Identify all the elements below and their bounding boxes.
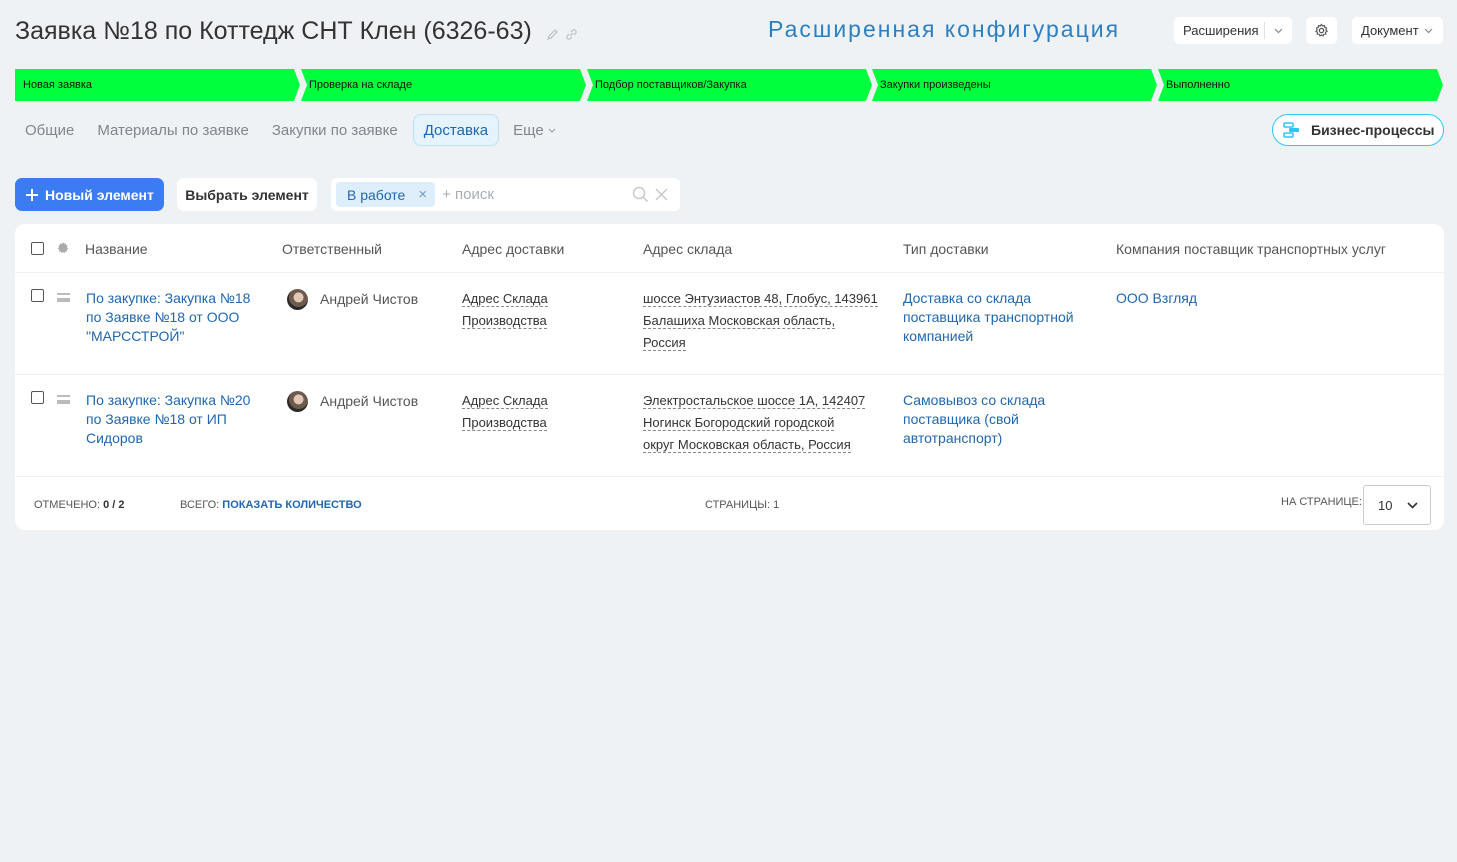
stage-purchases-done[interactable]: Закупки произведены [872,69,1157,101]
avatar [287,391,308,412]
business-processes-button[interactable]: Бизнес-процессы [1272,114,1444,146]
tab-delivery[interactable]: Доставка [412,114,500,146]
filter-chip-label: В работе [347,186,406,203]
column-header-transport-company[interactable]: Компания поставщик транспортных услуг [1116,241,1386,257]
edit-icon[interactable] [546,28,559,41]
responsible-user[interactable]: Андрей Чистов [287,289,418,310]
gear-icon[interactable] [56,241,70,255]
drag-handle-icon[interactable] [57,395,70,404]
settings-button[interactable] [1306,17,1337,44]
business-process-icon [1283,122,1299,138]
table-row[interactable]: По закупке: Закупка №20 по Заявке №18 от… [15,375,1444,477]
select-element-button[interactable]: Выбрать элемент [177,178,317,211]
warehouse-address[interactable]: Электростальское шоссе 1А, 142407 Ногинс… [643,390,866,456]
column-header-name[interactable]: Название [85,241,148,257]
new-element-button[interactable]: Новый элемент [15,178,164,211]
total-count: Всего: Показать количество [180,499,362,511]
stage-warehouse-check[interactable]: Проверка на складе [301,69,586,101]
plus-icon [26,188,38,201]
table-row[interactable]: По закупке: Закупка №18 по Заявке №18 от… [15,273,1444,375]
document-button[interactable]: Документ [1352,17,1443,44]
pages-indicator: Страницы: 1 [705,499,780,511]
grid-footer: Отмечено: 0 / 2 Всего: Показать количест… [15,485,1444,525]
tab-more[interactable]: Еще [503,114,566,146]
gear-icon [1315,23,1328,37]
delivery-address[interactable]: Адрес Склада Производства [462,390,548,434]
tab-more-label: Еще [513,121,544,139]
filter-search-bar[interactable]: В работе × + поиск [331,178,680,211]
delivery-type-link[interactable]: Самовывоз со склада поставщика (свой авт… [903,391,1045,448]
chevron-down-icon [1424,28,1433,33]
per-page-label: На странице: [1281,496,1362,508]
chevron-down-icon [548,128,556,133]
warehouse-address[interactable]: шоссе Энтузиастов 48, Глобус, 143961 Бал… [643,288,878,354]
extensions-button[interactable]: Расширения [1174,17,1292,44]
column-header-delivery-type[interactable]: Тип доставки [903,241,989,257]
select-all-checkbox[interactable] [31,242,44,255]
per-page-select[interactable]: 10 [1363,485,1431,525]
tab-purchases[interactable]: Закупки по заявке [262,114,408,146]
document-label: Документ [1361,23,1419,38]
row-name-link[interactable]: По закупке: Закупка №18 по Заявке №18 от… [86,289,250,346]
search-input[interactable]: + поиск [442,186,632,203]
transport-company-link[interactable]: ООО Взгляд [1116,289,1197,308]
tab-materials[interactable]: Материалы по заявке [87,114,259,146]
remove-filter-icon[interactable]: × [418,186,427,203]
row-checkbox[interactable] [31,391,44,404]
chevron-down-icon [1407,501,1418,509]
clear-icon[interactable] [655,188,668,201]
extensions-label: Расширения [1183,23,1259,38]
stage-new[interactable]: Новая заявка [15,69,300,101]
page-title: Заявка №18 по Коттедж СНТ Клен (6326-63) [15,17,532,45]
link-icon[interactable] [565,28,578,41]
new-element-label: Новый элемент [45,186,154,203]
stage-progress-bar: Новая заявка Проверка на складе Подбор п… [15,69,1443,101]
delivery-type-link[interactable]: Доставка со склада поставщика транспортн… [903,289,1074,346]
row-checkbox[interactable] [31,289,44,302]
show-count-link[interactable]: Показать количество [222,499,361,511]
row-name-link[interactable]: По закупке: Закупка №20 по Заявке №18 от… [86,391,250,448]
title-actions [546,28,578,41]
column-header-responsible[interactable]: Ответственный [282,241,382,257]
column-header-warehouse-address[interactable]: Адрес склада [643,241,732,257]
search-icon[interactable] [632,186,649,203]
delivery-address[interactable]: Адрес Склада Производства [462,288,548,332]
responsible-user[interactable]: Андрей Чистов [287,391,418,412]
grid-header: Название Ответственный Адрес доставки Ад… [15,224,1444,273]
tab-bar: Общие Материалы по заявке Закупки по зая… [15,114,566,146]
chevron-down-icon[interactable] [1265,28,1292,34]
marked-count: Отмечено: 0 / 2 [34,499,125,511]
filter-chip[interactable]: В работе × [336,182,436,207]
tab-general[interactable]: Общие [15,114,84,146]
configuration-label: Расширенная конфигурация [768,16,1121,42]
column-header-delivery-address[interactable]: Адрес доставки [462,241,564,257]
business-processes-label: Бизнес-процессы [1311,122,1435,138]
data-grid: Название Ответственный Адрес доставки Ад… [15,224,1444,530]
stage-supplier-selection[interactable]: Подбор поставщиков/Закупка [587,69,872,101]
avatar [287,289,308,310]
drag-handle-icon[interactable] [57,293,70,302]
stage-completed[interactable]: Выполненно [1158,69,1443,101]
